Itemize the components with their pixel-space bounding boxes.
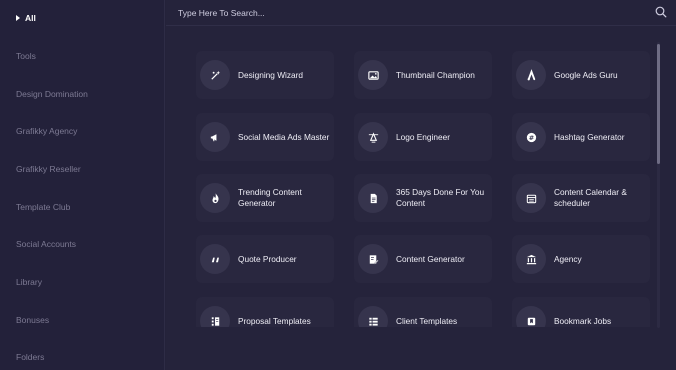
scrollbar-thumb[interactable] [657, 44, 660, 164]
google-ads-icon [516, 60, 546, 90]
sidebar-item-social-accounts[interactable]: Social Accounts [16, 239, 76, 249]
caret-right-icon [16, 15, 20, 21]
document-icon [358, 183, 388, 213]
tools-grid: Designing Wizard Thumbnail Champion Goog… [166, 27, 676, 327]
megaphone-icon [200, 122, 230, 152]
tool-card-content-generator[interactable]: Content Generator [354, 235, 492, 283]
tool-card-365-days-content[interactable]: 365 Days Done For You Content [354, 174, 492, 222]
sidebar-item-tools[interactable]: Tools [16, 51, 36, 61]
sidebar-item-design-domination[interactable]: Design Domination [16, 89, 88, 99]
tool-card-label: Thumbnail Champion [396, 69, 475, 80]
tool-card-label: Trending Content Generator [238, 187, 302, 208]
tool-card-label: Google Ads Guru [554, 69, 618, 80]
sidebar-item-label: Tools [16, 51, 36, 61]
tool-card-label: Proposal Templates [238, 315, 311, 326]
hashtag-icon: # [516, 122, 546, 152]
logo-icon [358, 122, 388, 152]
sidebar: All Tools Design Domination Grafikky Age… [0, 0, 165, 370]
edit-doc-icon [358, 244, 388, 274]
tool-card-label: Client Templates [396, 315, 458, 326]
tool-card-content-calendar[interactable]: Content Calendar & scheduler [512, 174, 650, 222]
sidebar-item-library[interactable]: Library [16, 277, 42, 287]
sidebar-item-grafikky-reseller[interactable]: Grafikky Reseller [16, 164, 81, 174]
sidebar-item-all[interactable]: All [16, 13, 36, 23]
tool-card-label: Social Media Ads Master [238, 131, 330, 142]
tool-card-label: Designing Wizard [238, 69, 304, 80]
search-bar [166, 0, 676, 26]
tool-card-quote-producer[interactable]: Quote Producer [196, 235, 334, 283]
wizard-icon [200, 60, 230, 90]
sidebar-item-label: Template Club [16, 202, 71, 212]
tool-card-label: Content Generator [396, 253, 465, 264]
tool-card-trending-content-generator[interactable]: Trending Content Generator [196, 174, 334, 222]
sidebar-item-label: Grafikky Reseller [16, 164, 81, 174]
tool-card-client-templates[interactable]: Client Templates [354, 297, 492, 327]
tool-card-label: Hashtag Generator [554, 131, 625, 142]
tool-card-label: Agency [554, 253, 582, 264]
sidebar-item-template-club[interactable]: Template Club [16, 202, 70, 212]
main-panel: Designing Wizard Thumbnail Champion Goog… [166, 0, 676, 370]
sidebar-item-bonuses[interactable]: Bonuses [16, 315, 49, 325]
tool-card-label: Content Calendar & scheduler [554, 187, 627, 208]
search-icon[interactable] [654, 5, 668, 19]
sidebar-item-label: Library [16, 277, 42, 287]
tool-card-label: Logo Engineer [396, 131, 450, 142]
tool-card-thumbnail-champion[interactable]: Thumbnail Champion [354, 51, 492, 99]
tool-card-bookmark-jobs[interactable]: Bookmark Jobs [512, 297, 650, 327]
sidebar-item-label: Bonuses [16, 315, 50, 325]
bank-icon [516, 244, 546, 274]
tool-card-google-ads-guru[interactable]: Google Ads Guru [512, 51, 650, 99]
tool-card-social-media-ads-master[interactable]: Social Media Ads Master [196, 113, 334, 161]
calendar-icon [516, 183, 546, 213]
sidebar-item-label: Design Domination [16, 89, 88, 99]
tool-card-logo-engineer[interactable]: Logo Engineer [354, 113, 492, 161]
list-icon [358, 306, 388, 327]
sidebar-item-label: Grafikky Agency [16, 126, 78, 136]
flame-icon [200, 183, 230, 213]
tool-card-label: Quote Producer [238, 253, 297, 264]
tool-card-proposal-templates[interactable]: Proposal Templates [196, 297, 334, 327]
tool-card-label: 365 Days Done For You Content [396, 187, 485, 208]
sidebar-item-label: Social Accounts [16, 239, 77, 249]
svg-text:#: # [528, 133, 533, 141]
sidebar-item-label: All [25, 13, 36, 23]
bookmark-icon [516, 306, 546, 327]
sidebar-item-grafikky-agency[interactable]: Grafikky Agency [16, 126, 77, 136]
tool-card-label: Bookmark Jobs [554, 315, 612, 326]
proposal-icon [200, 306, 230, 327]
scrollbar-track[interactable] [657, 42, 660, 328]
tool-card-agency[interactable]: Agency [512, 235, 650, 283]
quote-icon [200, 244, 230, 274]
sidebar-item-folders[interactable]: Folders [16, 352, 44, 362]
tool-card-designing-wizard[interactable]: Designing Wizard [196, 51, 334, 99]
image-icon [358, 60, 388, 90]
search-input[interactable] [178, 4, 638, 22]
sidebar-item-label: Folders [16, 352, 45, 362]
tool-card-hashtag-generator[interactable]: # Hashtag Generator [512, 113, 650, 161]
